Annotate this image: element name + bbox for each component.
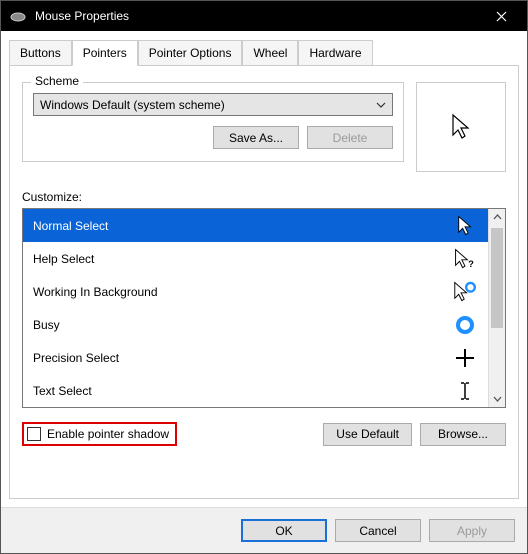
list-item[interactable]: Working In Background xyxy=(23,275,488,308)
svg-text:?: ? xyxy=(468,257,474,268)
cancel-button[interactable]: Cancel xyxy=(335,519,421,542)
scheme-legend: Scheme xyxy=(31,74,83,88)
tab-pane: Scheme Windows Default (system scheme) S… xyxy=(9,65,519,499)
arrow-cursor-icon xyxy=(452,215,478,237)
help-cursor-icon: ? xyxy=(452,248,478,270)
use-default-button[interactable]: Use Default xyxy=(323,423,412,446)
browse-button[interactable]: Browse... xyxy=(420,423,506,446)
titlebar: Mouse Properties xyxy=(1,1,527,31)
working-cursor-icon xyxy=(452,281,478,303)
cursor-name: Precision Select xyxy=(33,351,119,365)
tab-wheel[interactable]: Wheel xyxy=(242,40,298,66)
mouse-properties-window: Mouse Properties Buttons Pointers Pointe… xyxy=(0,0,528,554)
ok-button[interactable]: OK xyxy=(241,519,327,542)
close-button[interactable] xyxy=(479,1,523,31)
arrow-cursor-icon xyxy=(451,113,471,141)
scroll-thumb[interactable] xyxy=(491,228,503,328)
cursor-name: Working In Background xyxy=(33,285,158,299)
cursor-name: Help Select xyxy=(33,252,94,266)
enable-shadow-checkbox[interactable] xyxy=(27,427,41,441)
list-item[interactable]: Busy xyxy=(23,308,488,341)
list-item[interactable]: Help Select ? xyxy=(23,242,488,275)
cursor-list: Normal Select Help Select ? Wo xyxy=(23,209,488,407)
apply-button: Apply xyxy=(429,519,515,542)
cursor-name: Busy xyxy=(33,318,60,332)
window-title: Mouse Properties xyxy=(35,9,479,23)
enable-shadow-highlight: Enable pointer shadow xyxy=(22,422,177,446)
tab-hardware[interactable]: Hardware xyxy=(298,40,372,66)
list-item[interactable]: Normal Select xyxy=(23,209,488,242)
scheme-dropdown[interactable]: Windows Default (system scheme) xyxy=(33,93,393,116)
chevron-down-icon xyxy=(376,99,386,113)
list-item[interactable]: Precision Select xyxy=(23,341,488,374)
save-as-button[interactable]: Save As... xyxy=(213,126,299,149)
scrollbar[interactable] xyxy=(488,209,505,407)
tab-pointer-options[interactable]: Pointer Options xyxy=(138,40,243,66)
scheme-group: Scheme Windows Default (system scheme) S… xyxy=(22,82,404,162)
tab-buttons[interactable]: Buttons xyxy=(9,40,72,66)
busy-cursor-icon xyxy=(452,315,478,335)
tabstrip: Buttons Pointers Pointer Options Wheel H… xyxy=(1,31,527,65)
cursor-preview xyxy=(416,82,506,172)
cursor-name: Text Select xyxy=(33,384,92,398)
cursor-name: Normal Select xyxy=(33,219,108,233)
scroll-down-button[interactable] xyxy=(489,390,505,407)
scroll-up-button[interactable] xyxy=(489,209,505,226)
cursor-listbox[interactable]: Normal Select Help Select ? Wo xyxy=(22,208,506,408)
precision-cursor-icon xyxy=(452,348,478,368)
enable-shadow-label: Enable pointer shadow xyxy=(47,427,169,441)
delete-button: Delete xyxy=(307,126,393,149)
list-item[interactable]: Text Select xyxy=(23,374,488,407)
dialog-buttons: OK Cancel Apply xyxy=(1,507,527,553)
customize-label: Customize: xyxy=(22,190,506,204)
mouse-icon xyxy=(9,10,27,22)
text-cursor-icon xyxy=(452,381,478,401)
tab-pointers[interactable]: Pointers xyxy=(72,40,138,66)
scheme-value: Windows Default (system scheme) xyxy=(40,98,225,112)
